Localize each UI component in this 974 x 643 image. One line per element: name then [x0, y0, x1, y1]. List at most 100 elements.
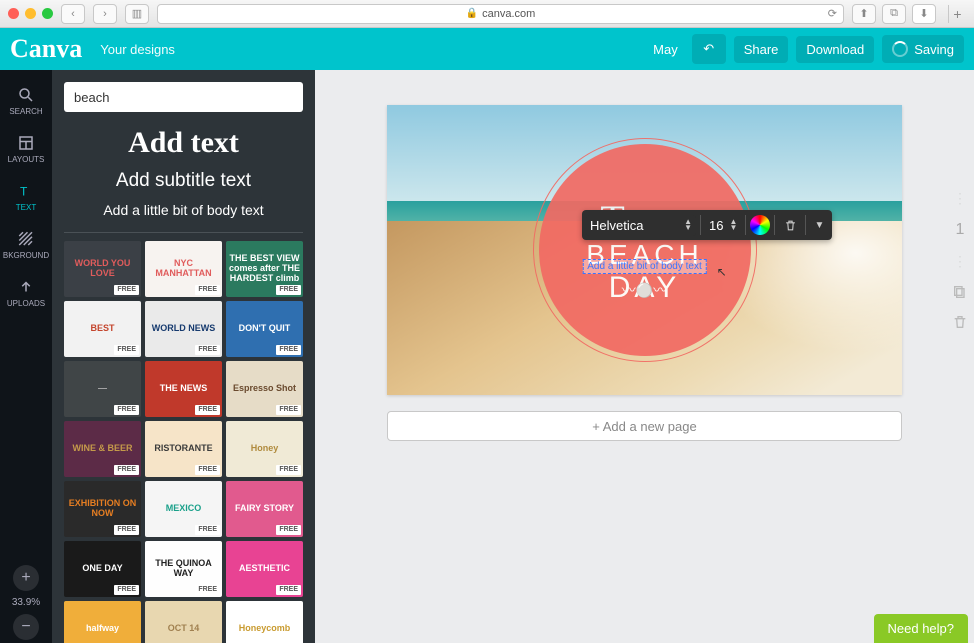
new-tab-button[interactable]: + — [948, 5, 966, 23]
text-template-item[interactable]: AESTHETICFREE — [226, 541, 303, 597]
text-template-item[interactable]: WORLD NEWSFREE — [145, 301, 222, 357]
page-number: 1 — [956, 221, 965, 239]
nav-forward-button[interactable]: › — [93, 4, 117, 24]
zoom-in-button[interactable]: + — [13, 565, 39, 591]
text-template-item[interactable]: RISTORANTEFREE — [145, 421, 222, 477]
rail-search[interactable]: SEARCH — [0, 76, 52, 124]
text-template-item[interactable]: DON'T QUITFREE — [226, 301, 303, 357]
text-template-item[interactable]: WINE & BEERFREE — [64, 421, 141, 477]
rail-text[interactable]: T TEXT — [0, 172, 52, 220]
tool-rail: SEARCH LAYOUTS T TEXT BKGROUND UPLOADS +… — [0, 70, 52, 643]
sidebar-toggle-icon[interactable]: ▥ — [125, 4, 149, 24]
text-template-item[interactable]: HoneyFREE — [226, 421, 303, 477]
text-template-item[interactable]: NYC MANHATTANFREE — [145, 241, 222, 297]
add-heading-button[interactable]: Add text — [64, 126, 303, 160]
search-input[interactable] — [64, 82, 303, 112]
free-badge: FREE — [114, 405, 139, 415]
free-badge: FREE — [276, 345, 301, 355]
zoom-out-button[interactable]: − — [13, 614, 39, 640]
share-sheet-icon[interactable]: ⬆︎ — [852, 4, 876, 24]
delete-page-icon[interactable] — [952, 314, 968, 330]
background-icon — [16, 229, 36, 249]
layouts-icon — [16, 133, 36, 153]
free-badge: FREE — [114, 465, 139, 475]
saving-label: Saving — [914, 42, 954, 57]
delete-button[interactable] — [779, 219, 801, 232]
text-format-toolbar: Helvetica ▲▼ 16 ▲▼ ▼ — [582, 210, 832, 240]
your-designs-link[interactable]: Your designs — [100, 42, 175, 57]
text-template-grid[interactable]: WORLD YOU LOVEFREENYC MANHATTANFREETHE B… — [64, 241, 303, 643]
color-picker-button[interactable] — [750, 215, 770, 235]
add-page-button[interactable]: + Add a new page — [387, 411, 902, 441]
free-badge: FREE — [195, 465, 220, 475]
free-badge: FREE — [276, 585, 301, 595]
cursor-icon: ↖︎ — [717, 265, 727, 279]
text-template-item[interactable]: BESTFREE — [64, 301, 141, 357]
text-template-item[interactable]: MEXICOFREE — [145, 481, 222, 537]
text-template-item[interactable]: ONE DAYFREE — [64, 541, 141, 597]
saving-indicator: Saving — [882, 35, 964, 63]
maximize-window-icon[interactable] — [42, 8, 53, 19]
text-template-item[interactable]: FAIRY STORYFREE — [226, 481, 303, 537]
canvas-area: Team BEACH 〰︎⚪〰︎ DAY Add a little bit of… — [315, 70, 974, 643]
zoom-level: 33.9% — [12, 597, 40, 608]
rail-background[interactable]: BKGROUND — [0, 220, 52, 268]
text-icon: T — [16, 181, 36, 201]
text-template-item[interactable]: THE QUINOA WAYFREE — [145, 541, 222, 597]
free-badge: FREE — [114, 285, 139, 295]
text-template-item[interactable]: HoneycombFREE — [226, 601, 303, 643]
font-size-value: 16 — [709, 218, 723, 233]
text-template-item[interactable]: Espresso ShotFREE — [226, 361, 303, 417]
text-template-item[interactable]: WORLD YOU LOVEFREE — [64, 241, 141, 297]
page-up-icon[interactable]: ⋮ — [953, 190, 967, 207]
copy-page-icon[interactable] — [952, 284, 968, 300]
stepper-icon: ▲▼ — [729, 219, 737, 230]
help-button[interactable]: Need help? — [874, 614, 969, 643]
user-name[interactable]: May — [647, 42, 684, 57]
free-badge: FREE — [114, 585, 139, 595]
address-bar[interactable]: 🔒 canva.com ⟳ — [157, 4, 844, 24]
canvas-body-textbox[interactable]: Add a little bit of body text — [582, 259, 707, 274]
text-template-item[interactable]: THE BEST VIEW comes after THE HARDEST cl… — [226, 241, 303, 297]
upload-icon — [16, 277, 36, 297]
text-template-item[interactable]: —FREE — [64, 361, 141, 417]
text-template-item[interactable]: OCT 14FREE — [145, 601, 222, 643]
free-badge: FREE — [195, 585, 220, 595]
font-size-select[interactable]: 16 ▲▼ — [705, 218, 741, 233]
free-badge: FREE — [195, 525, 220, 535]
free-badge: FREE — [195, 285, 220, 295]
text-template-item[interactable]: halfwayFREE — [64, 601, 141, 643]
design-canvas[interactable]: Team BEACH 〰︎⚪〰︎ DAY Add a little bit of… — [387, 105, 902, 395]
refresh-icon[interactable]: ⟳ — [828, 7, 837, 20]
free-badge: FREE — [276, 285, 301, 295]
add-subtitle-button[interactable]: Add subtitle text — [64, 170, 303, 192]
free-badge: FREE — [195, 405, 220, 415]
font-family-value: Helvetica — [590, 218, 643, 233]
text-template-item[interactable]: THE NEWSFREE — [145, 361, 222, 417]
free-badge: FREE — [195, 345, 220, 355]
undo-button[interactable]: ↶ — [692, 34, 726, 64]
downloads-icon[interactable]: ⬇︎ — [912, 4, 936, 24]
rail-uploads[interactable]: UPLOADS — [0, 268, 52, 316]
canvas-decor-icon: 〰︎⚪〰︎ — [622, 280, 667, 300]
canva-logo[interactable]: Canva — [10, 34, 82, 64]
text-template-item[interactable]: EXHIBITION ON NOWFREE — [64, 481, 141, 537]
download-button[interactable]: Download — [796, 36, 874, 63]
spinner-icon — [892, 41, 908, 57]
rail-layouts[interactable]: LAYOUTS — [0, 124, 52, 172]
close-window-icon[interactable] — [8, 8, 19, 19]
nav-back-button[interactable]: ‹ — [61, 4, 85, 24]
stepper-icon: ▲▼ — [684, 219, 692, 230]
share-button[interactable]: Share — [734, 36, 789, 63]
tabs-icon[interactable]: ⧉ — [882, 4, 906, 24]
add-body-text-button[interactable]: Add a little bit of body text — [64, 202, 303, 218]
panel-divider — [64, 232, 303, 233]
canvas-circle-element[interactable]: Team BEACH 〰︎⚪〰︎ DAY — [539, 144, 751, 356]
free-badge: FREE — [276, 465, 301, 475]
search-icon — [16, 85, 36, 105]
font-family-select[interactable]: Helvetica ▲▼ — [586, 215, 696, 236]
more-options-button[interactable]: ▼ — [810, 220, 828, 231]
minimize-window-icon[interactable] — [25, 8, 36, 19]
lock-icon: 🔒 — [466, 8, 478, 19]
page-down-icon[interactable]: ⋮ — [953, 253, 967, 270]
